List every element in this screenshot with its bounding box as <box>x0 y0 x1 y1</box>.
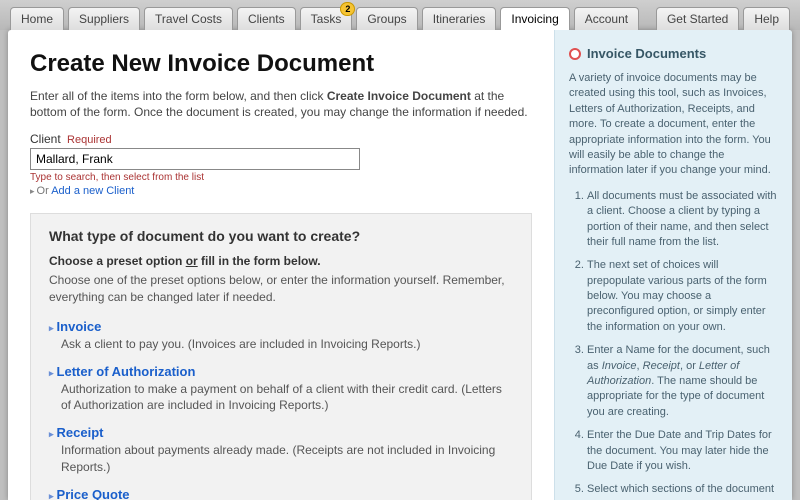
tab-tasks[interactable]: Tasks2 <box>300 7 353 30</box>
lifebuoy-icon <box>569 48 581 60</box>
preset-receipt: ▸Receipt Information about payments alre… <box>49 425 513 474</box>
tab-home[interactable]: Home <box>10 7 64 30</box>
preset-receipt-desc: Information about payments already made.… <box>61 442 513 474</box>
panel-heading: What type of document do you want to cre… <box>49 228 513 244</box>
preset-loa: ▸Letter of Authorization Authorization t… <box>49 364 513 413</box>
sidebar-step: Select which sections of the document yo… <box>587 482 778 500</box>
tab-help[interactable]: Help <box>743 7 790 30</box>
tab-get-started[interactable]: Get Started <box>656 7 739 30</box>
main-content: Create New Invoice Document Enter all of… <box>8 30 554 500</box>
tab-suppliers[interactable]: Suppliers <box>68 7 140 30</box>
client-label: Client <box>30 132 61 146</box>
help-sidebar: Invoice Documents A variety of invoice d… <box>554 30 792 500</box>
preset-loa-desc: Authorization to make a payment on behal… <box>61 381 513 413</box>
sidebar-step: All documents must be associated with a … <box>587 189 778 251</box>
panel-description: Choose one of the preset options below, … <box>49 272 513 304</box>
intro-text: Enter all of the items into the form bel… <box>30 88 532 120</box>
page-title: Create New Invoice Document <box>30 50 532 78</box>
sidebar-intro: A variety of invoice documents may be cr… <box>569 71 778 179</box>
client-input[interactable] <box>30 148 360 170</box>
chevron-right-icon: ▸ <box>49 491 54 500</box>
chevron-right-icon: ▸ <box>49 429 54 439</box>
add-client-link[interactable]: Add a new Client <box>51 185 134 197</box>
tab-groups[interactable]: Groups <box>356 7 417 30</box>
chevron-right-icon: ▸ <box>49 368 54 378</box>
add-client-line: ▸Or Add a new Client <box>30 185 532 197</box>
client-field: Client Required Type to search, then sel… <box>30 132 532 197</box>
tab-invoicing[interactable]: Invoicing <box>500 7 569 30</box>
client-hint: Type to search, then select from the lis… <box>30 172 532 183</box>
chevron-right-icon: ▸ <box>30 186 35 196</box>
preset-invoice: ▸Invoice Ask a client to pay you. (Invoi… <box>49 319 513 352</box>
preset-price-quote-link[interactable]: ▸Price Quote <box>49 487 513 500</box>
sidebar-step: Enter the Due Date and Trip Dates for th… <box>587 428 778 474</box>
preset-receipt-link[interactable]: ▸Receipt <box>49 425 513 440</box>
sidebar-steps: All documents must be associated with a … <box>569 189 778 500</box>
preset-invoice-link[interactable]: ▸Invoice <box>49 319 513 334</box>
top-tabs: Home Suppliers Travel Costs Clients Task… <box>0 0 800 30</box>
panel-subheading: Choose a preset option or fill in the fo… <box>49 254 513 268</box>
document-type-panel: What type of document do you want to cre… <box>30 213 532 500</box>
tab-account[interactable]: Account <box>574 7 639 30</box>
preset-loa-link[interactable]: ▸Letter of Authorization <box>49 364 513 379</box>
tab-travel-costs[interactable]: Travel Costs <box>144 7 233 30</box>
preset-invoice-desc: Ask a client to pay you. (Invoices are i… <box>61 336 513 352</box>
required-label: Required <box>67 134 112 146</box>
tab-itineraries[interactable]: Itineraries <box>422 7 497 30</box>
tasks-badge: 2 <box>340 2 355 16</box>
sidebar-step: Enter a Name for the document, such as I… <box>587 343 778 420</box>
sidebar-step: The next set of choices will prepopulate… <box>587 258 778 335</box>
chevron-right-icon: ▸ <box>49 323 54 333</box>
tab-clients[interactable]: Clients <box>237 7 296 30</box>
preset-price-quote: ▸Price Quote A description of how much t… <box>49 487 513 500</box>
sidebar-heading: Invoice Documents <box>569 46 778 61</box>
